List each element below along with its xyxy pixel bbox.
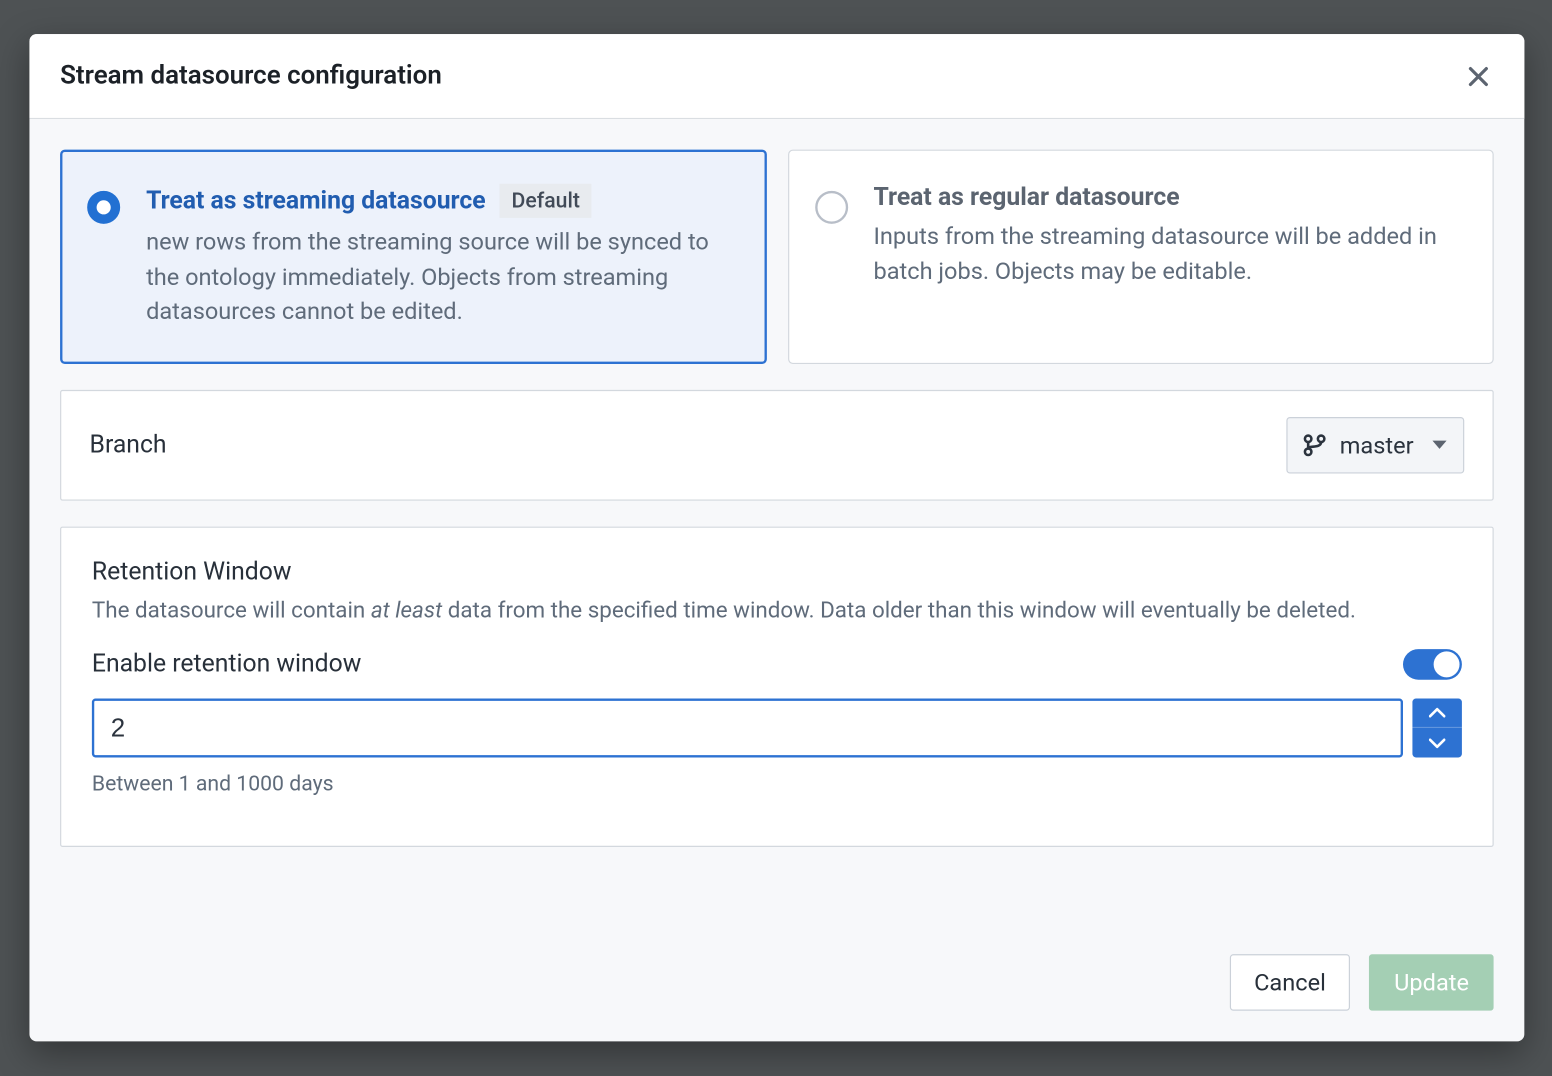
option-streaming-title: Treat as streaming datasource bbox=[146, 187, 486, 215]
update-button[interactable]: Update bbox=[1369, 954, 1493, 1011]
option-streaming-text: Treat as streaming datasource Default ne… bbox=[146, 184, 730, 330]
chevron-down-icon bbox=[1432, 441, 1446, 449]
retention-helper: Between 1 and 1000 days bbox=[92, 771, 1462, 796]
option-regular-text: Treat as regular datasource Inputs from … bbox=[873, 184, 1457, 330]
retention-subtitle-after: data from the specified time window. Dat… bbox=[442, 596, 1356, 623]
stepper-up[interactable] bbox=[1412, 698, 1461, 728]
option-regular-desc: Inputs from the streaming datasource wil… bbox=[873, 219, 1457, 289]
close-icon[interactable] bbox=[1463, 61, 1494, 92]
modal-header: Stream datasource configuration bbox=[29, 34, 1524, 119]
update-button-label: Update bbox=[1394, 968, 1469, 996]
chevron-down-icon bbox=[1429, 737, 1445, 749]
cancel-button[interactable]: Cancel bbox=[1229, 954, 1350, 1011]
retention-title: Retention Window bbox=[92, 558, 1462, 586]
branch-label: Branch bbox=[90, 431, 167, 459]
modal-title: Stream datasource configuration bbox=[60, 61, 442, 90]
option-regular-title-row: Treat as regular datasource bbox=[873, 184, 1457, 212]
retention-enable-row: Enable retention window bbox=[92, 649, 1462, 680]
stepper-down[interactable] bbox=[1412, 728, 1461, 757]
retention-stepper[interactable] bbox=[1412, 698, 1461, 757]
modal-dialog: Stream datasource configuration Treat as… bbox=[29, 34, 1524, 1041]
datasource-mode-options: Treat as streaming datasource Default ne… bbox=[60, 150, 1494, 364]
branch-selected-value: master bbox=[1340, 431, 1414, 459]
modal-footer: Cancel Update bbox=[29, 954, 1524, 1041]
retention-toggle[interactable] bbox=[1403, 649, 1462, 680]
branch-select[interactable]: master bbox=[1287, 417, 1464, 474]
branch-icon bbox=[1302, 432, 1328, 458]
retention-subtitle-before: The datasource will contain bbox=[92, 596, 371, 623]
retention-subtitle: The datasource will contain at least dat… bbox=[92, 596, 1462, 623]
chevron-up-icon bbox=[1429, 707, 1445, 719]
modal-body: Treat as streaming datasource Default ne… bbox=[29, 119, 1524, 954]
option-regular[interactable]: Treat as regular datasource Inputs from … bbox=[787, 150, 1493, 364]
toggle-knob bbox=[1434, 651, 1460, 677]
retention-enable-label: Enable retention window bbox=[92, 650, 361, 678]
retention-value-row bbox=[92, 698, 1462, 757]
radio-unselected-icon bbox=[815, 191, 848, 224]
cancel-button-label: Cancel bbox=[1254, 968, 1326, 996]
option-streaming[interactable]: Treat as streaming datasource Default ne… bbox=[60, 150, 766, 364]
branch-panel: Branch master bbox=[60, 390, 1494, 501]
option-regular-title: Treat as regular datasource bbox=[873, 184, 1179, 212]
radio-selected-icon bbox=[87, 191, 120, 224]
default-badge: Default bbox=[500, 184, 592, 218]
option-streaming-title-row: Treat as streaming datasource Default bbox=[146, 184, 730, 218]
retention-value-input[interactable] bbox=[92, 698, 1403, 757]
retention-subtitle-em: at least bbox=[371, 596, 442, 623]
option-streaming-desc: new rows from the streaming source will … bbox=[146, 225, 730, 330]
retention-panel: Retention Window The datasource will con… bbox=[60, 526, 1494, 846]
